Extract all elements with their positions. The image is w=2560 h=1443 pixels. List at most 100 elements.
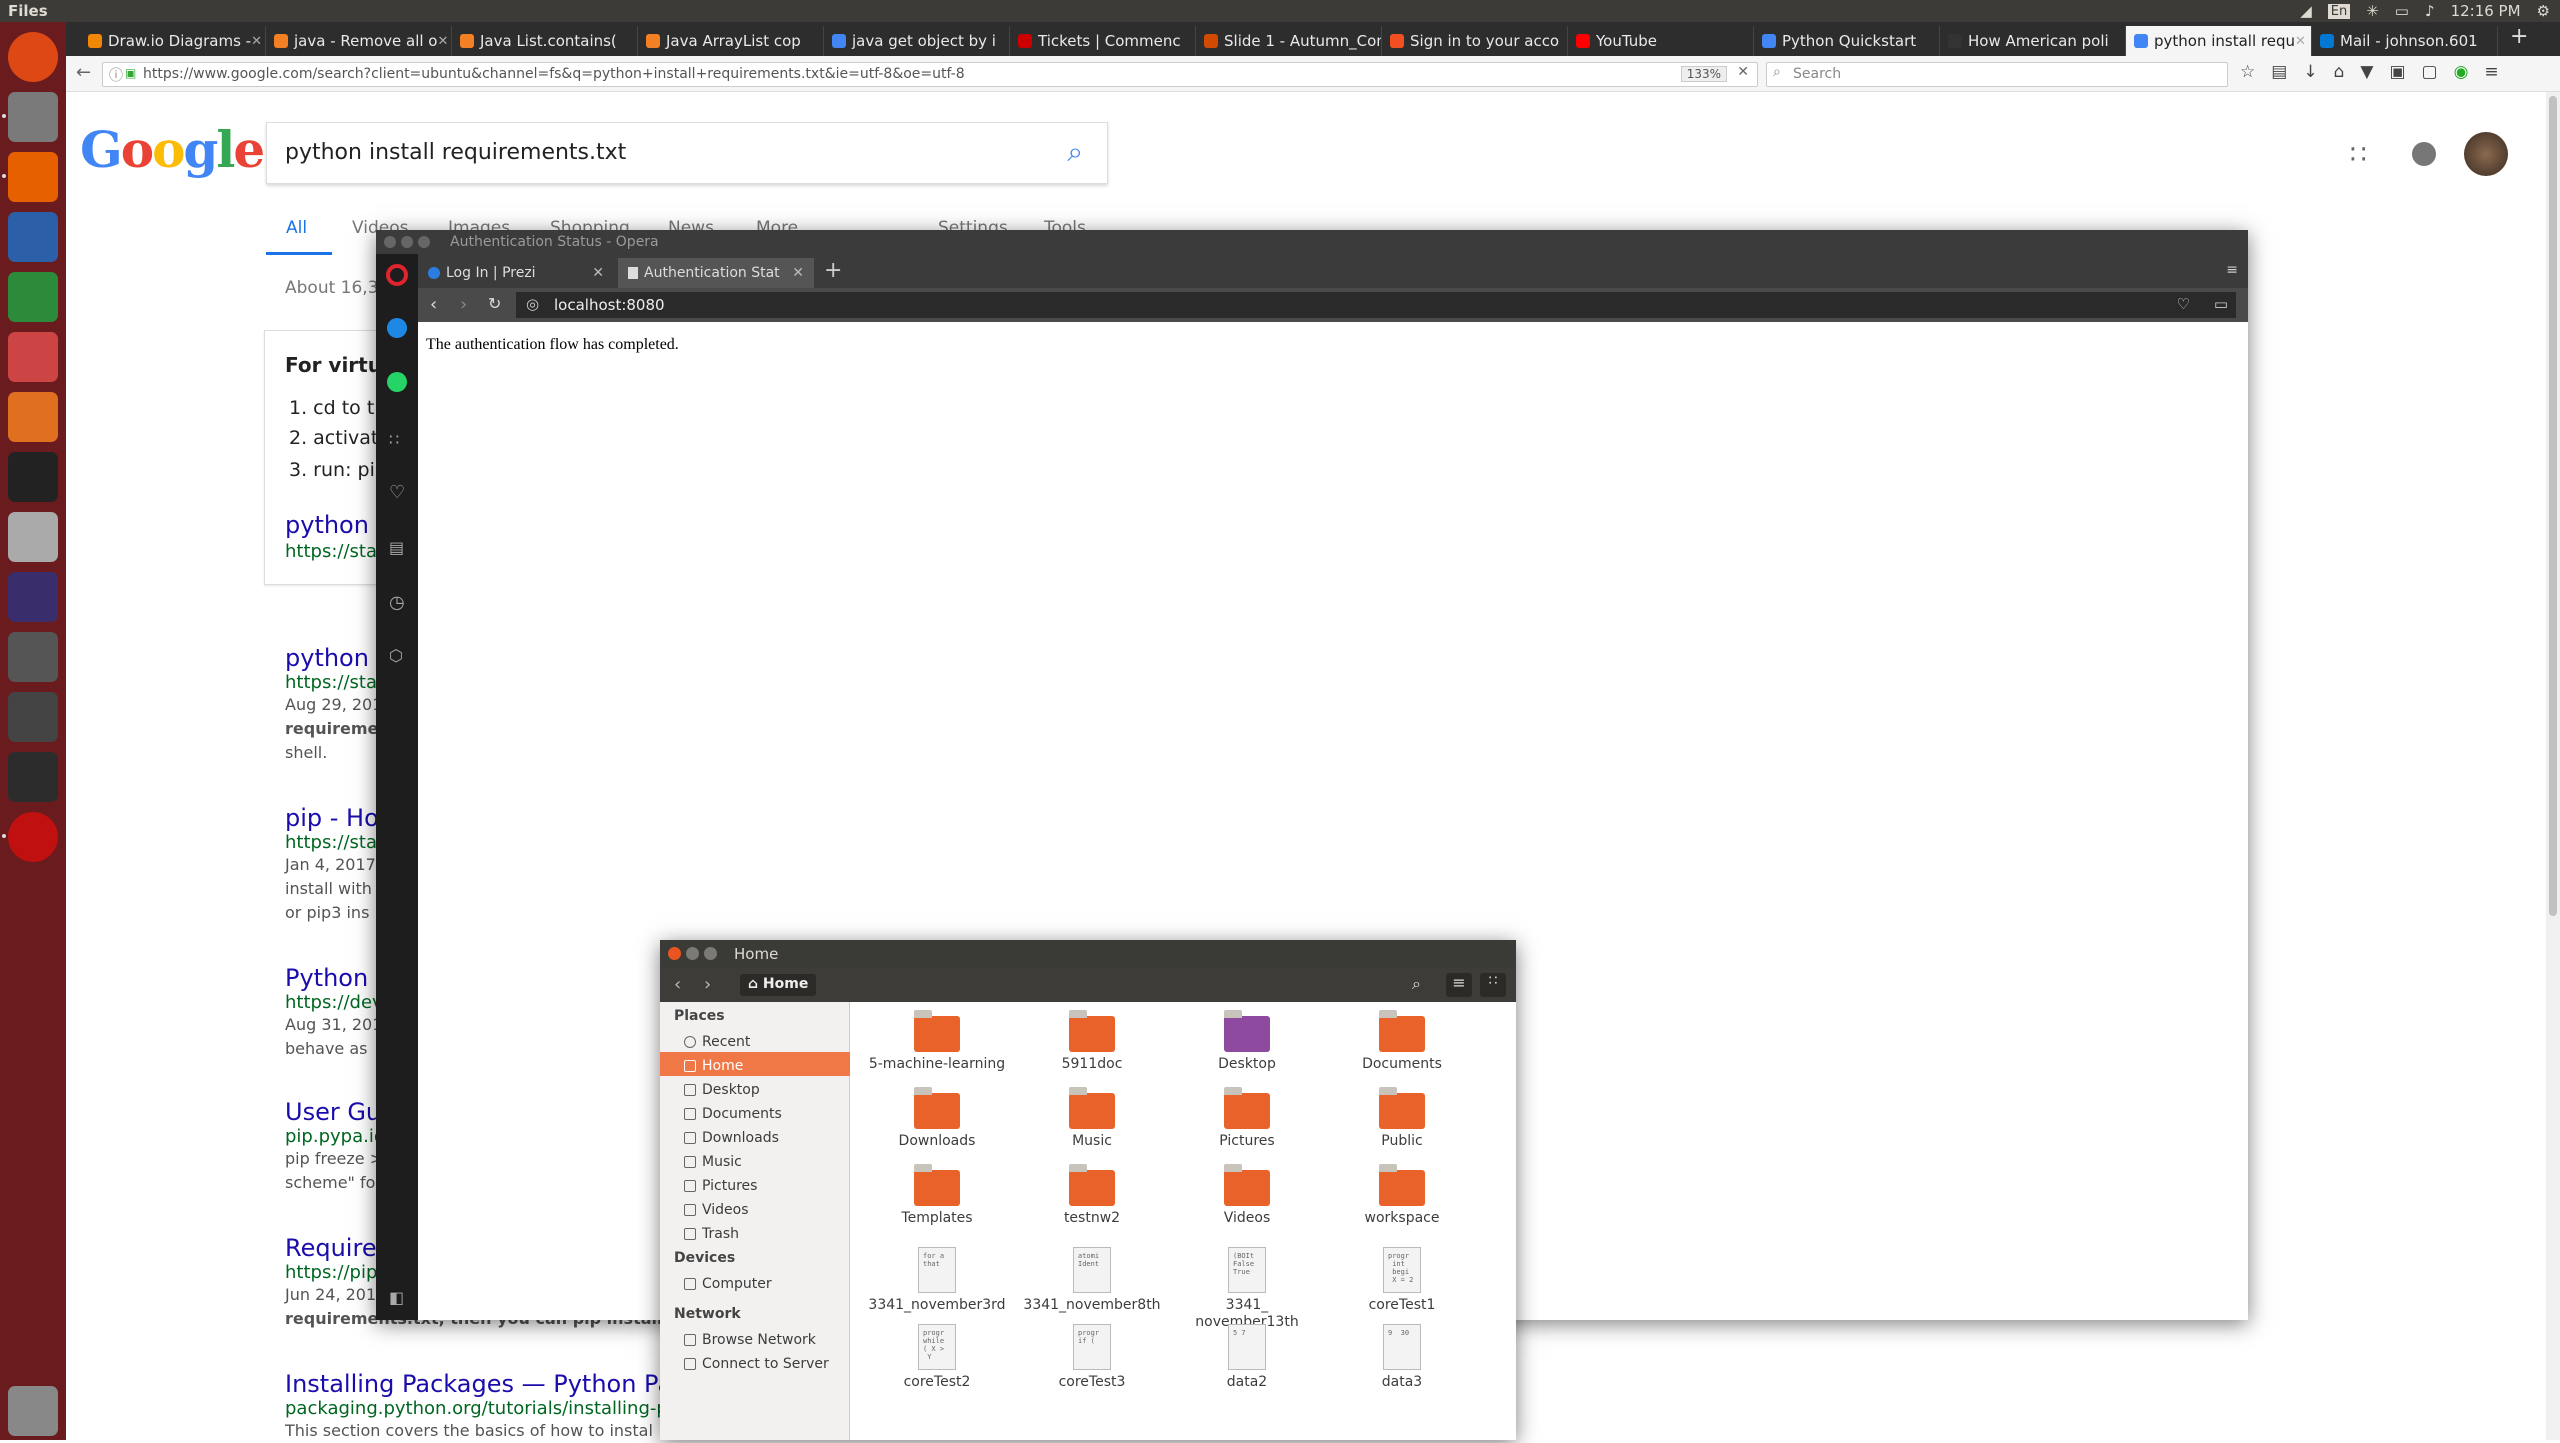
pocket-icon[interactable]: ▼ xyxy=(2360,62,2373,82)
file-item[interactable]: progr while ( X > Y coreTest2 xyxy=(862,1324,1012,1390)
close-tab-icon[interactable]: ✕ xyxy=(438,34,449,49)
google-logo[interactable]: Google xyxy=(80,120,265,179)
folder-item[interactable]: Pictures xyxy=(1172,1087,1322,1149)
heart-icon[interactable]: ♡ xyxy=(389,482,405,503)
opera-tab-active[interactable]: Authentication Stat ✕ xyxy=(618,258,814,288)
reload-icon[interactable]: ↻ xyxy=(488,294,501,313)
browser-tab[interactable]: Python Quickstart xyxy=(1754,26,1940,56)
sidebar-item-documents[interactable]: Documents xyxy=(660,1100,850,1124)
firefox-icon[interactable] xyxy=(8,152,58,202)
sidebar-item-recent[interactable]: Recent xyxy=(660,1028,850,1052)
browser-tab[interactable]: How American poli xyxy=(1940,26,2126,56)
folder-item[interactable]: Public xyxy=(1327,1087,1477,1149)
file-item[interactable]: 5 7 data2 xyxy=(1172,1324,1322,1390)
minimize-icon[interactable] xyxy=(686,947,699,960)
volume-icon[interactable]: ♪ xyxy=(2425,2,2435,20)
files-icon[interactable] xyxy=(8,92,58,142)
new-tab-plus-icon[interactable]: + xyxy=(2510,24,2528,49)
messenger-icon[interactable] xyxy=(387,318,407,338)
folder-item[interactable]: testnw2 xyxy=(1017,1164,1167,1226)
sidebar-item-connect-to-server[interactable]: Connect to Server xyxy=(660,1350,850,1374)
folder-item[interactable]: Desktop xyxy=(1172,1010,1322,1072)
snippet-link[interactable]: python - xyxy=(285,511,385,539)
clear-url-icon[interactable]: ✕ xyxy=(1737,64,1749,80)
close-icon[interactable] xyxy=(668,947,681,960)
google-search-input[interactable]: python install requirements.txt ⌕ xyxy=(266,122,1108,184)
software-center-icon[interactable] xyxy=(8,392,58,442)
browser-tab[interactable]: Tickets | Commenc xyxy=(1010,26,1196,56)
keyboard-language-indicator[interactable]: En xyxy=(2327,3,2351,19)
apps-grid-icon[interactable]: ∷ xyxy=(2350,140,2367,170)
back-arrow-icon[interactable]: ← xyxy=(76,62,91,83)
folder-item[interactable]: Templates xyxy=(862,1164,1012,1226)
sidebar-item-pictures[interactable]: Pictures xyxy=(660,1172,850,1196)
browser-tab[interactable]: java - Remove all o ✕ xyxy=(266,26,452,56)
speed-dial-icon[interactable]: ∷ xyxy=(389,430,399,449)
search-icon[interactable]: ⌕ xyxy=(1412,974,1421,994)
forward-icon[interactable]: › xyxy=(460,294,467,315)
file-item[interactable]: for a that 3341_november3rd xyxy=(862,1247,1012,1313)
file-item[interactable]: progr int begi X = 2 coreTest1 xyxy=(1327,1247,1477,1313)
zoom-level[interactable]: 133% xyxy=(1680,66,1727,82)
sublime-text-icon[interactable] xyxy=(8,692,58,742)
folder-item[interactable]: Documents xyxy=(1327,1010,1477,1072)
back-icon[interactable]: ‹ xyxy=(674,974,681,995)
bookmark-star-icon[interactable]: ☆ xyxy=(2240,62,2255,82)
folder-item[interactable]: Downloads xyxy=(862,1087,1012,1149)
search-icon[interactable]: ⌕ xyxy=(1067,135,1083,169)
close-icon[interactable] xyxy=(384,236,396,248)
notifications-bell-icon[interactable] xyxy=(2412,142,2436,166)
avatar[interactable] xyxy=(2464,132,2508,176)
browser-tab[interactable]: Sign in to your acco xyxy=(1382,26,1568,56)
browser-tab[interactable]: Draw.io Diagrams - ✕ xyxy=(80,26,266,56)
battery-saver-icon[interactable]: ▭ xyxy=(2214,295,2228,313)
folder-item[interactable]: 5911doc xyxy=(1017,1010,1167,1072)
ubuntu-dash-icon[interactable] xyxy=(8,32,58,82)
opera-menu-icon[interactable] xyxy=(386,264,408,286)
power-gear-icon[interactable]: ⚙ xyxy=(2537,2,2550,20)
back-icon[interactable]: ‹ xyxy=(430,294,437,315)
file-item[interactable]: progr if (coreTest3 xyxy=(1017,1324,1167,1390)
browser-tab[interactable]: Java List.contains( xyxy=(452,26,638,56)
menu-icon[interactable]: ≡ xyxy=(1446,973,1472,997)
minimize-icon[interactable] xyxy=(401,236,413,248)
home-icon[interactable]: ⌂ xyxy=(2334,62,2345,82)
sidebar-item-downloads[interactable]: Downloads xyxy=(660,1124,850,1148)
info-icon[interactable]: ⓘ xyxy=(109,65,123,85)
software-updater-icon[interactable] xyxy=(8,632,58,682)
sidebar-item-trash[interactable]: Trash xyxy=(660,1220,850,1244)
sidebar-item-music[interactable]: Music xyxy=(660,1148,850,1172)
file-item[interactable]: (BOIt False True 3341_ november13th xyxy=(1172,1247,1322,1331)
history-clock-icon[interactable]: ◷ xyxy=(389,592,405,613)
close-tab-icon[interactable]: ✕ xyxy=(792,265,804,281)
opera-tab[interactable]: Log In | Prezi ✕ xyxy=(418,258,614,288)
opera-titlebar[interactable]: Authentication Status - Opera xyxy=(376,230,2248,254)
calc-icon[interactable] xyxy=(8,272,58,322)
bluetooth-icon[interactable]: ✳ xyxy=(2366,2,2379,20)
file-item[interactable]: atomi Ident 3341_november8th xyxy=(1017,1247,1167,1313)
bookmark-heart-icon[interactable]: ♡ xyxy=(2177,295,2190,313)
grid-view-icon[interactable]: ∷ xyxy=(1480,973,1506,997)
reading-list-icon[interactable]: ▤ xyxy=(2271,62,2287,82)
folder-item[interactable]: 5-machine-learning xyxy=(862,1010,1012,1072)
page-scrollbar-thumb[interactable] xyxy=(2549,96,2557,916)
sync-icon[interactable]: ◉ xyxy=(2454,62,2469,82)
result-title[interactable]: Installing Packages — Python Pack xyxy=(285,1370,721,1398)
google-tab-all[interactable]: All xyxy=(286,218,307,238)
menu-hamburger-icon[interactable]: ≡ xyxy=(2484,62,2498,82)
wifi-icon[interactable]: ◢ xyxy=(2300,2,2312,20)
close-tab-icon[interactable]: ✕ xyxy=(251,34,262,49)
amazon-icon[interactable] xyxy=(8,452,58,502)
trash-icon[interactable] xyxy=(8,1386,58,1436)
news-icon[interactable]: ▤ xyxy=(389,538,404,557)
battery-icon[interactable]: ▭ xyxy=(2395,2,2409,20)
sidebar-item-browse-network[interactable]: Browse Network xyxy=(660,1326,850,1350)
sidebar-item-videos[interactable]: Videos xyxy=(660,1196,850,1220)
browser-tab[interactable]: Slide 1 - Autumn_Com xyxy=(1196,26,1382,56)
close-tab-icon[interactable]: ✕ xyxy=(592,265,604,281)
new-tab-plus-icon[interactable]: + xyxy=(824,258,842,283)
sidebar-item-home[interactable]: Home xyxy=(660,1052,850,1076)
firefox-search-field[interactable]: ⌕ Search xyxy=(1766,62,2228,87)
browser-tab[interactable]: java get object by i xyxy=(824,26,1010,56)
folder-item[interactable]: workspace xyxy=(1327,1164,1477,1226)
